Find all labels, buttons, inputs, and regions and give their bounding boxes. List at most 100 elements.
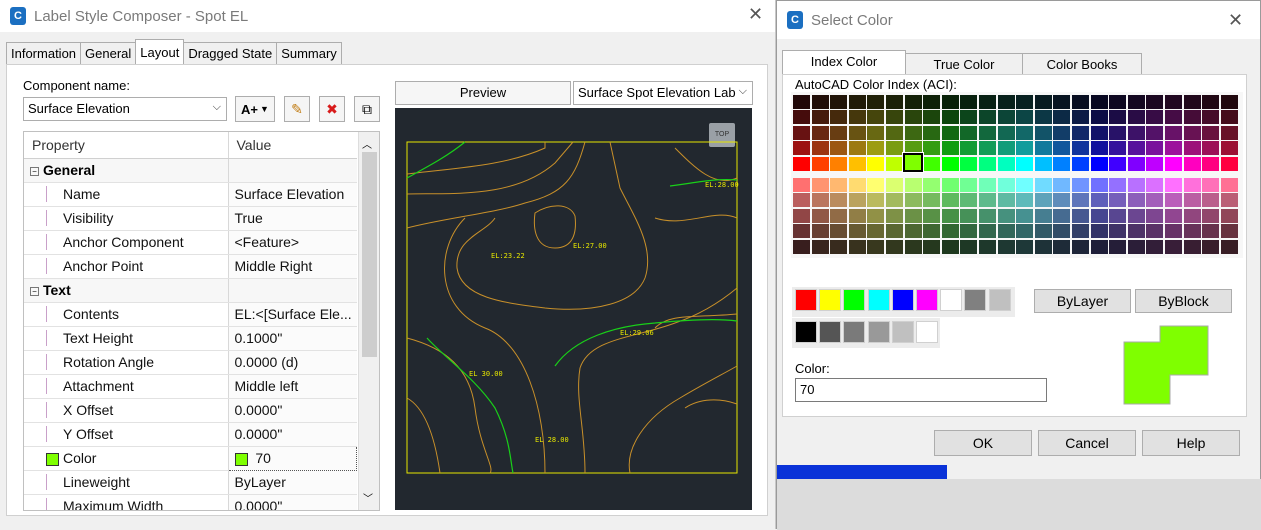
aci-swatch[interactable] <box>941 95 959 109</box>
aci-swatch[interactable] <box>1072 224 1089 239</box>
aci-swatch[interactable] <box>1034 141 1052 156</box>
aci-swatch[interactable] <box>1090 95 1108 109</box>
tab-general[interactable]: General <box>80 42 137 64</box>
aci-swatch[interactable] <box>1165 208 1182 223</box>
aci-swatch[interactable] <box>1034 125 1052 140</box>
aci-swatch[interactable] <box>886 178 903 192</box>
aci-swatch[interactable] <box>1146 95 1164 109</box>
aci-swatch[interactable] <box>1183 208 1201 223</box>
property-value[interactable]: Middle left <box>228 374 357 399</box>
aci-swatch[interactable] <box>941 125 959 140</box>
aci-swatch[interactable] <box>1127 239 1145 254</box>
aci-swatch[interactable] <box>1090 156 1108 171</box>
aci-swatch[interactable] <box>1165 239 1182 254</box>
aci-swatch[interactable] <box>1109 141 1127 156</box>
scroll-down-icon[interactable]: ﹀ <box>363 490 373 505</box>
aci-swatch[interactable] <box>848 208 866 223</box>
aci-swatch[interactable] <box>1053 125 1071 140</box>
aci-swatch[interactable] <box>811 141 829 156</box>
table-row[interactable]: Attachment Middle left <box>24 374 357 399</box>
aci-swatch[interactable] <box>811 239 829 254</box>
aci-swatch[interactable] <box>1072 141 1089 156</box>
color-swatch[interactable] <box>867 289 890 311</box>
aci-swatch[interactable] <box>904 110 922 125</box>
aci-swatch[interactable] <box>1109 193 1127 208</box>
color-swatch[interactable] <box>988 289 1011 311</box>
aci-swatch[interactable] <box>1146 110 1164 125</box>
aci-swatch[interactable] <box>867 156 885 171</box>
aci-swatch[interactable] <box>1146 208 1164 223</box>
aci-swatch[interactable] <box>941 239 959 254</box>
aci-swatch[interactable] <box>1165 178 1182 192</box>
aci-swatch[interactable] <box>848 141 866 156</box>
aci-swatch[interactable] <box>1016 125 1034 140</box>
aci-swatch[interactable] <box>793 125 810 140</box>
aci-swatch[interactable] <box>1220 95 1238 109</box>
aci-swatch[interactable] <box>1165 156 1182 171</box>
property-value[interactable]: 0.1000" <box>228 326 357 351</box>
aci-swatch[interactable] <box>793 178 810 192</box>
aci-swatch[interactable] <box>1072 125 1089 140</box>
aci-swatch[interactable] <box>1072 156 1089 171</box>
aci-swatch[interactable] <box>1034 110 1052 125</box>
aci-swatch[interactable] <box>1146 239 1164 254</box>
aci-swatch[interactable] <box>904 193 922 208</box>
property-value[interactable]: Middle Right <box>228 254 357 279</box>
aci-swatch[interactable] <box>941 178 959 192</box>
aci-swatch[interactable] <box>848 239 866 254</box>
aci-swatch[interactable] <box>1202 193 1220 208</box>
aci-swatch[interactable] <box>904 178 922 192</box>
aci-swatch[interactable] <box>1146 125 1164 140</box>
aci-swatch[interactable] <box>1109 125 1127 140</box>
aci-swatch[interactable] <box>867 141 885 156</box>
aci-swatch[interactable] <box>979 110 996 125</box>
aci-swatch[interactable] <box>1072 193 1089 208</box>
cancel-button[interactable]: Cancel <box>1038 430 1136 456</box>
tab-dragged-state[interactable]: Dragged State <box>183 42 278 64</box>
aci-swatch[interactable] <box>1053 178 1071 192</box>
byblock-button[interactable]: ByBlock <box>1135 289 1232 313</box>
aci-swatch[interactable] <box>979 141 996 156</box>
tab-true-color[interactable]: True Color <box>905 53 1023 75</box>
aci-swatch[interactable] <box>1183 239 1201 254</box>
aci-swatch[interactable] <box>886 208 903 223</box>
tab-summary[interactable]: Summary <box>276 42 342 64</box>
aci-swatch[interactable] <box>1165 125 1182 140</box>
aci-swatch[interactable] <box>1034 193 1052 208</box>
aci-swatch[interactable] <box>1202 141 1220 156</box>
aci-swatch[interactable] <box>1183 156 1201 171</box>
aci-swatch[interactable] <box>997 239 1015 254</box>
aci-swatch[interactable] <box>886 239 903 254</box>
aci-swatch[interactable] <box>960 156 978 171</box>
table-row[interactable]: Rotation Angle 0.0000 (d) <box>24 350 357 375</box>
aci-swatch[interactable] <box>1109 178 1127 192</box>
aci-swatch[interactable] <box>1220 110 1238 125</box>
color-swatch[interactable] <box>843 321 866 343</box>
aci-swatch[interactable] <box>1072 239 1089 254</box>
aci-swatch[interactable] <box>997 95 1015 109</box>
aci-swatch[interactable] <box>1016 239 1034 254</box>
color-swatch[interactable] <box>915 289 938 311</box>
table-row[interactable]: Visibility True <box>24 206 357 231</box>
aci-swatch[interactable] <box>997 193 1015 208</box>
aci-swatch[interactable] <box>793 95 810 109</box>
aci-swatch[interactable] <box>1220 193 1238 208</box>
color-input[interactable]: 70 <box>795 378 1047 402</box>
component-name-select[interactable]: Surface Elevation ⌵ <box>23 97 227 121</box>
aci-swatch[interactable] <box>1127 95 1145 109</box>
aci-swatch[interactable] <box>830 125 848 140</box>
delete-component-button[interactable]: ✖ <box>319 96 345 122</box>
preview-style-select[interactable]: Surface Spot Elevation Lab ⌵ <box>573 81 753 105</box>
property-value[interactable]: True <box>228 206 357 231</box>
aci-swatch[interactable] <box>886 110 903 125</box>
aci-swatch[interactable] <box>848 178 866 192</box>
aci-swatch[interactable] <box>1090 239 1108 254</box>
property-value[interactable]: 0.0000 (d) <box>228 350 357 375</box>
aci-swatch[interactable] <box>1016 156 1034 171</box>
aci-swatch[interactable] <box>830 95 848 109</box>
aci-swatch[interactable] <box>830 178 848 192</box>
aci-swatch[interactable] <box>997 156 1015 171</box>
aci-swatch[interactable] <box>1109 239 1127 254</box>
aci-swatch[interactable] <box>941 208 959 223</box>
aci-swatch[interactable] <box>1053 208 1071 223</box>
